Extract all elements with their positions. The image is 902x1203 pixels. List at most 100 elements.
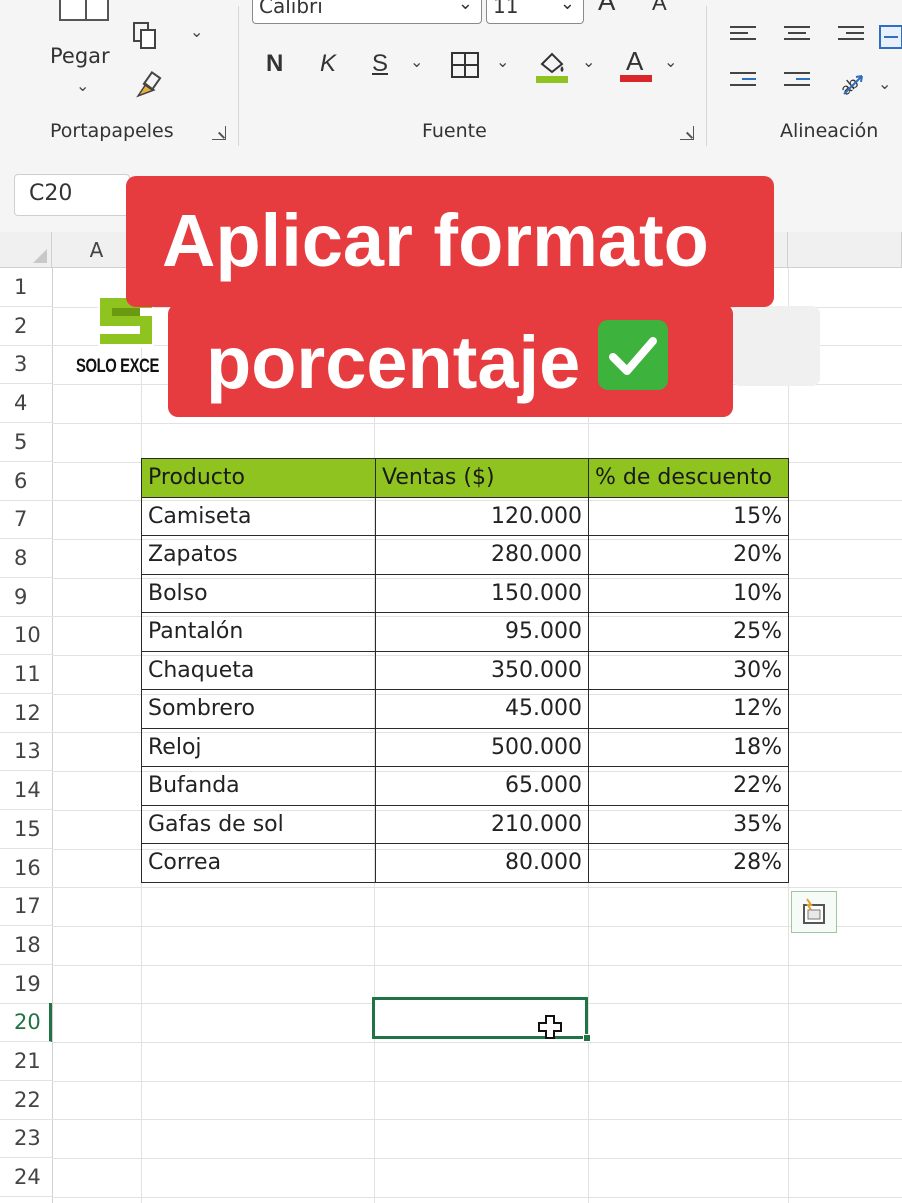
row-header[interactable]: 14 — [0, 771, 52, 811]
sales-cell[interactable]: 45.000 — [375, 689, 589, 729]
title-line2: porcentaje — [206, 321, 581, 404]
copy-chevron-down-icon[interactable]: ⌄ — [190, 22, 203, 41]
row-header[interactable]: 5 — [0, 423, 52, 462]
fill-color-chevron-down-icon[interactable]: ⌄ — [582, 52, 595, 71]
product-cell[interactable]: Gafas de sol — [141, 804, 376, 844]
product-cell[interactable]: Chaqueta — [141, 650, 376, 690]
row-header[interactable]: 8 — [0, 539, 52, 578]
grid-line — [52, 268, 53, 1203]
row-header[interactable]: 13 — [0, 732, 52, 772]
row-header[interactable]: 20 — [0, 1003, 52, 1043]
copy-icon[interactable] — [132, 22, 160, 50]
row-header[interactable]: 16 — [0, 849, 52, 888]
product-cell[interactable]: Pantalón — [141, 612, 376, 652]
header-producto[interactable]: Producto — [141, 458, 376, 498]
paste-icon[interactable] — [58, 0, 114, 30]
font-color-icon[interactable]: A — [618, 44, 654, 86]
row-header[interactable]: 10 — [0, 616, 52, 656]
italic-button[interactable]: K — [320, 50, 336, 78]
row-header[interactable]: 23 — [0, 1119, 52, 1159]
header-descuento[interactable]: % de descuento — [588, 458, 789, 498]
sales-cell[interactable]: 280.000 — [375, 535, 589, 575]
discount-cell[interactable]: 20% — [588, 535, 789, 575]
product-cell[interactable]: Bufanda — [141, 766, 376, 806]
align-left-icon[interactable] — [730, 26, 756, 48]
discount-cell[interactable]: 10% — [588, 573, 789, 613]
sales-cell[interactable]: 500.000 — [375, 727, 589, 767]
discount-cell[interactable]: 28% — [588, 843, 789, 883]
row-header[interactable]: 24 — [0, 1158, 52, 1198]
table-row: Gafas de sol 210.000 35% — [141, 804, 789, 844]
row-header[interactable]: 21 — [0, 1042, 52, 1081]
row-header[interactable]: 2 — [0, 307, 52, 346]
sales-cell[interactable]: 65.000 — [375, 766, 589, 806]
discount-cell[interactable]: 25% — [588, 612, 789, 652]
product-cell[interactable]: Sombrero — [141, 689, 376, 729]
grow-font-button[interactable]: A — [598, 0, 615, 17]
sales-cell[interactable]: 80.000 — [375, 843, 589, 883]
product-cell[interactable]: Correa — [141, 843, 376, 883]
product-cell[interactable]: Zapatos — [141, 535, 376, 575]
strikethrough-button[interactable]: S — [372, 50, 388, 78]
align-right-icon[interactable] — [838, 26, 864, 48]
discount-cell[interactable]: 15% — [588, 496, 789, 536]
discount-cell[interactable]: 18% — [588, 727, 789, 767]
paste-label[interactable]: Pegar — [50, 44, 110, 68]
decrease-indent-icon[interactable] — [730, 72, 756, 94]
sales-cell[interactable]: 350.000 — [375, 650, 589, 690]
font-name-combo[interactable]: Calibri ⌄ — [252, 0, 482, 24]
ribbon-divider — [238, 6, 239, 146]
fill-color-icon[interactable] — [534, 46, 570, 86]
paste-chevron-down-icon[interactable]: ⌄ — [76, 76, 89, 95]
row-header[interactable]: 9 — [0, 578, 52, 617]
row-header[interactable]: 7 — [0, 500, 52, 540]
row-header[interactable]: 15 — [0, 810, 52, 849]
row-header[interactable]: 19 — [0, 965, 52, 1004]
increase-indent-icon[interactable] — [784, 72, 810, 94]
borders-chevron-down-icon[interactable]: ⌄ — [496, 52, 509, 71]
font-launcher-icon[interactable] — [680, 126, 694, 140]
row-header[interactable]: 22 — [0, 1081, 52, 1120]
bold-button[interactable]: N — [266, 50, 283, 78]
discount-cell[interactable]: 12% — [588, 689, 789, 729]
sales-cell[interactable]: 120.000 — [375, 496, 589, 536]
format-painter-icon[interactable] — [132, 70, 162, 100]
discount-cell[interactable]: 30% — [588, 650, 789, 690]
row-header[interactable]: 11 — [0, 655, 52, 694]
font-color-chevron-down-icon[interactable]: ⌄ — [664, 52, 677, 71]
header-ventas[interactable]: Ventas ($) — [375, 458, 589, 498]
clipboard-launcher-icon[interactable] — [212, 126, 226, 140]
discount-cell[interactable]: 22% — [588, 766, 789, 806]
orientation-icon[interactable]: ab — [836, 68, 866, 98]
row-header[interactable]: 1 — [0, 268, 52, 307]
product-cell[interactable]: Reloj — [141, 727, 376, 767]
borders-icon[interactable] — [448, 50, 482, 80]
product-cell[interactable]: Camiseta — [141, 496, 376, 536]
row-header[interactable]: 4 — [0, 384, 52, 424]
ribbon-divider — [706, 6, 707, 146]
strikethrough-chevron-down-icon[interactable]: ⌄ — [410, 52, 423, 71]
align-center-icon[interactable] — [784, 26, 810, 48]
column-header[interactable] — [788, 232, 902, 268]
fill-handle[interactable] — [583, 1034, 591, 1042]
product-cell[interactable]: Bolso — [141, 573, 376, 613]
row-header[interactable]: 17 — [0, 887, 52, 927]
row-header[interactable]: 3 — [0, 345, 52, 385]
sales-cell[interactable]: 150.000 — [375, 573, 589, 613]
font-size-value: 11 — [493, 0, 519, 18]
discount-cell[interactable]: 35% — [588, 804, 789, 844]
row-header[interactable]: 18 — [0, 926, 52, 965]
font-size-combo[interactable]: 11 ⌄ — [486, 0, 584, 24]
orientation-chevron-down-icon[interactable]: ⌄ — [878, 74, 891, 93]
row-header[interactable]: 12 — [0, 694, 52, 733]
paste-options-icon[interactable] — [791, 891, 837, 933]
sales-cell[interactable]: 95.000 — [375, 612, 589, 652]
select-all-corner[interactable] — [0, 232, 52, 268]
merge-center-icon[interactable] — [878, 24, 902, 50]
shrink-font-button[interactable]: A — [652, 0, 667, 16]
title-banner-line1: Aplicar formato — [126, 176, 774, 307]
row-header[interactable]: 6 — [0, 462, 52, 501]
font-name-value: Calibri — [259, 0, 323, 18]
name-box[interactable]: C20 — [14, 174, 130, 216]
sales-cell[interactable]: 210.000 — [375, 804, 589, 844]
